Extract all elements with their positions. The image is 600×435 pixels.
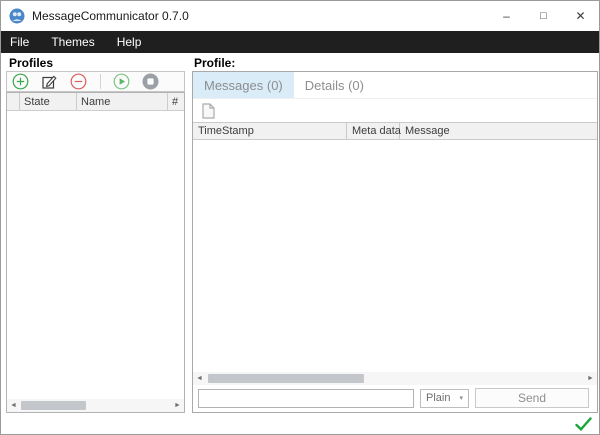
messages-scroll-thumb[interactable]: [207, 374, 365, 383]
send-button[interactable]: Send: [475, 388, 589, 408]
profiles-panel-title: Profiles: [9, 56, 54, 70]
chevron-down-icon: ▾: [459, 395, 463, 402]
column-header-selector[interactable]: [7, 93, 20, 110]
window-title: MessageCommunicator 0.7.0: [32, 9, 189, 23]
plus-circle-icon: [12, 73, 29, 90]
profiles-table: State Name # ◄ ►: [6, 92, 185, 413]
scroll-right-icon[interactable]: ►: [173, 399, 182, 412]
close-button[interactable]: ✕: [562, 1, 599, 31]
messages-scroll-track[interactable]: [204, 374, 586, 383]
window-controls: – □ ✕: [488, 1, 599, 31]
column-header-timestamp[interactable]: TimeStamp: [193, 123, 347, 139]
profiles-horizontal-scrollbar[interactable]: ◄ ►: [7, 399, 184, 412]
scroll-left-icon[interactable]: ◄: [9, 399, 18, 412]
column-header-name[interactable]: Name: [77, 93, 168, 110]
content-area: Profiles Profile: State Name # ◄ ► Messa…: [1, 53, 599, 434]
scroll-right-icon[interactable]: ►: [586, 372, 595, 385]
column-header-count[interactable]: #: [168, 93, 184, 110]
edit-profile-button[interactable]: [41, 73, 58, 90]
toolbar-separator: [100, 74, 101, 89]
format-selected-value: Plain: [426, 392, 451, 404]
format-select[interactable]: Plain ▾: [420, 388, 469, 408]
remove-profile-button[interactable]: [70, 73, 87, 90]
profile-tabs: Messages (0) Details (0): [193, 72, 597, 99]
profiles-table-body[interactable]: [7, 111, 184, 399]
column-header-metadata[interactable]: Meta data: [347, 123, 401, 139]
menu-item-help[interactable]: Help: [106, 35, 153, 49]
app-logo-icon: [9, 8, 25, 24]
menu-bar: File Themes Help: [1, 31, 599, 53]
menu-item-themes[interactable]: Themes: [40, 35, 105, 49]
profiles-scroll-thumb[interactable]: [21, 401, 87, 410]
messages-table-body[interactable]: [193, 140, 597, 372]
start-profile-button[interactable]: [113, 73, 130, 90]
column-header-state[interactable]: State: [20, 93, 77, 110]
scroll-left-icon[interactable]: ◄: [195, 372, 204, 385]
profiles-toolbar: [6, 71, 185, 92]
new-document-button[interactable]: [200, 102, 217, 119]
app-window: MessageCommunicator 0.7.0 – □ ✕ File The…: [0, 0, 600, 435]
profile-panel-title: Profile:: [194, 56, 236, 70]
column-header-message[interactable]: Message: [400, 123, 597, 139]
add-profile-button[interactable]: [12, 73, 29, 90]
stop-circle-icon: [142, 73, 159, 90]
messages-table-header: TimeStamp Meta data Message: [193, 122, 597, 140]
tab-details[interactable]: Details (0): [294, 72, 375, 98]
edit-pencil-icon: [42, 75, 57, 89]
message-composer: Plain ▾ Send: [193, 385, 597, 412]
minimize-button[interactable]: –: [488, 1, 525, 31]
profiles-scroll-track[interactable]: [18, 401, 173, 410]
document-icon: [202, 102, 215, 119]
profile-panel: Messages (0) Details (0) TimeStamp Meta …: [192, 71, 598, 413]
minus-circle-icon: [70, 73, 87, 90]
profiles-table-header: State Name #: [7, 93, 184, 111]
tab-messages[interactable]: Messages (0): [193, 72, 294, 98]
play-circle-icon: [113, 73, 130, 90]
title-bar: MessageCommunicator 0.7.0 – □ ✕: [1, 1, 599, 31]
messages-toolbar: [193, 99, 597, 122]
messages-horizontal-scrollbar[interactable]: ◄ ►: [193, 372, 597, 385]
stop-profile-button[interactable]: [142, 73, 159, 90]
menu-item-file[interactable]: File: [1, 35, 40, 49]
maximize-button[interactable]: □: [525, 1, 562, 31]
message-input[interactable]: [198, 388, 414, 408]
status-ok-check-icon: [575, 417, 592, 431]
